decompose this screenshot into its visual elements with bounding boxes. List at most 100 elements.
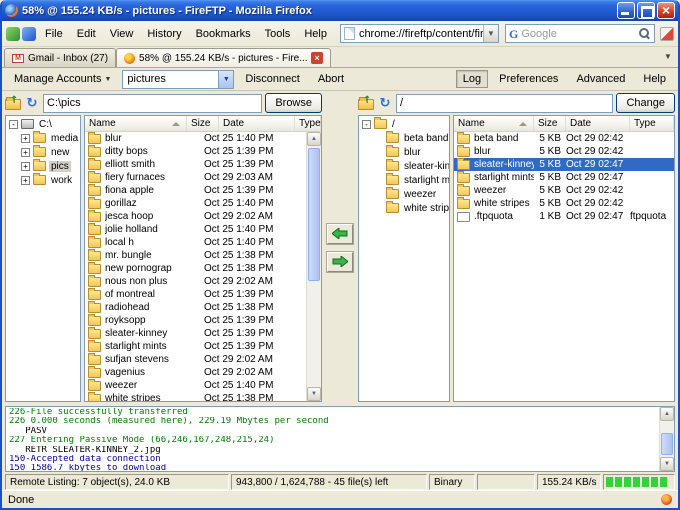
log-scrollbar[interactable]: ▲ ▼: [659, 407, 674, 471]
column-header-date[interactable]: Date: [219, 116, 295, 131]
menu-item[interactable]: File: [38, 25, 70, 43]
file-row[interactable]: starlight mints Oct 25 1:39 PM: [85, 339, 306, 353]
file-row[interactable]: weezer 5 KB Oct 29 02:42: [454, 183, 674, 197]
extension-icon-blue[interactable]: [22, 26, 36, 41]
tree-item[interactable]: - /: [359, 117, 449, 131]
file-row[interactable]: ditty bops Oct 25 1:39 PM: [85, 144, 306, 158]
tab-close-icon[interactable]: ×: [311, 52, 324, 64]
advanced-button[interactable]: Advanced: [569, 70, 632, 88]
log-toggle-button[interactable]: Log: [455, 70, 489, 88]
search-input[interactable]: Google: [521, 28, 638, 40]
scrollbar-thumb[interactable]: [308, 148, 320, 281]
close-button[interactable]: [657, 2, 675, 19]
file-row[interactable]: jesca hoop Oct 29 2:02 AM: [85, 209, 306, 223]
column-header-type[interactable]: Type: [630, 116, 674, 131]
extension-icon-green[interactable]: [6, 26, 20, 41]
tree-expander-icon[interactable]: +: [21, 133, 30, 143]
manage-accounts-button[interactable]: Manage Accounts ▼: [7, 70, 118, 88]
url-bar[interactable]: chrome://fireftp/content/fireftp.xul ▼: [339, 24, 499, 43]
file-row[interactable]: sleater-kinney Oct 25 1:39 PM: [85, 326, 306, 340]
file-row[interactable]: vagenius Oct 29 2:02 AM: [85, 365, 306, 379]
file-row[interactable]: radiohead Oct 25 1:38 PM: [85, 300, 306, 314]
local-path-input[interactable]: C:\pics: [43, 93, 263, 113]
file-row[interactable]: jolie holland Oct 25 1:40 PM: [85, 222, 306, 236]
scroll-up-icon[interactable]: ▲: [660, 407, 674, 421]
tree-item[interactable]: blur: [359, 145, 449, 159]
url-dropdown-icon[interactable]: ▼: [483, 25, 498, 42]
toolbar-end-icon[interactable]: [660, 26, 674, 41]
remote-path-input[interactable]: /: [396, 93, 614, 113]
url-text[interactable]: chrome://fireftp/content/fireftp.xul: [359, 28, 483, 40]
file-row[interactable]: white stripes 5 KB Oct 29 02:42: [454, 196, 674, 210]
tab-list-dropdown-icon[interactable]: ▼: [660, 49, 676, 65]
menu-item[interactable]: Bookmarks: [189, 25, 258, 43]
file-row[interactable]: of montreal Oct 25 1:39 PM: [85, 287, 306, 301]
tree-expander-icon[interactable]: +: [21, 147, 30, 157]
file-row[interactable]: sufjan stevens Oct 29 2:02 AM: [85, 352, 306, 366]
disconnect-button[interactable]: Disconnect: [238, 70, 306, 88]
scroll-down-icon[interactable]: ▼: [660, 457, 674, 471]
file-row[interactable]: blur 5 KB Oct 29 02:42: [454, 144, 674, 158]
file-row[interactable]: gorillaz Oct 25 1:40 PM: [85, 196, 306, 210]
search-box[interactable]: G Google: [505, 24, 655, 43]
file-row[interactable]: sleater-kinney 5 KB Oct 29 02:47: [454, 157, 674, 171]
tab-gmail[interactable]: Gmail - Inbox (27): [4, 48, 117, 67]
scroll-up-icon[interactable]: ▲: [307, 132, 321, 146]
file-row[interactable]: white stripes Oct 25 1:38 PM: [85, 391, 306, 401]
tree-item[interactable]: beta band: [359, 131, 449, 145]
account-select[interactable]: pictures ▼: [122, 69, 235, 89]
file-row[interactable]: new pornographers Oct 25 1:38 PM: [85, 261, 306, 275]
browse-button[interactable]: Browse: [265, 93, 322, 113]
file-row[interactable]: local h Oct 25 1:40 PM: [85, 235, 306, 249]
local-refresh-icon[interactable]: ↻: [24, 96, 40, 111]
tree-item[interactable]: white stripes: [359, 201, 449, 215]
file-row[interactable]: weezer Oct 25 1:40 PM: [85, 378, 306, 392]
remote-refresh-icon[interactable]: ↻: [377, 96, 393, 111]
maximize-button[interactable]: [637, 2, 655, 19]
column-header-date[interactable]: Date: [566, 116, 630, 131]
tree-item[interactable]: + media: [6, 131, 80, 145]
column-header-name[interactable]: Name: [454, 116, 534, 131]
menu-item[interactable]: Edit: [70, 25, 103, 43]
download-button[interactable]: [326, 222, 354, 245]
file-row[interactable]: blur Oct 25 1:40 PM: [85, 132, 306, 145]
abort-button[interactable]: Abort: [311, 70, 351, 88]
file-row[interactable]: elliott smith Oct 25 1:39 PM: [85, 157, 306, 171]
tree-item[interactable]: sleater-kinney: [359, 159, 449, 173]
file-row[interactable]: nous non plus Oct 29 2:02 AM: [85, 274, 306, 288]
file-row[interactable]: fiery furnaces Oct 29 2:03 AM: [85, 170, 306, 184]
local-up-directory-icon[interactable]: [5, 96, 21, 110]
local-list-scrollbar[interactable]: ▲ ▼: [306, 132, 321, 401]
fireftp-status-icon[interactable]: [661, 494, 672, 505]
tree-item[interactable]: starlight mints: [359, 173, 449, 187]
minimize-button[interactable]: [617, 2, 635, 19]
file-row[interactable]: mr. bungle Oct 25 1:38 PM: [85, 248, 306, 262]
tree-expander-icon[interactable]: +: [21, 161, 30, 171]
combo-dropdown-icon[interactable]: ▼: [218, 70, 234, 88]
remote-up-directory-icon[interactable]: [358, 96, 374, 110]
column-header-size[interactable]: Size: [534, 116, 566, 131]
column-header-type[interactable]: Type: [295, 116, 321, 131]
scroll-down-icon[interactable]: ▼: [307, 387, 321, 401]
help-button[interactable]: Help: [636, 70, 673, 88]
file-row[interactable]: fiona apple Oct 25 1:39 PM: [85, 183, 306, 197]
search-icon[interactable]: [638, 27, 651, 40]
tree-item[interactable]: weezer: [359, 187, 449, 201]
menu-item[interactable]: View: [103, 25, 141, 43]
tree-expander-icon[interactable]: -: [362, 119, 371, 129]
tree-item[interactable]: + pics: [6, 159, 80, 173]
tab-fireftp[interactable]: 58% @ 155.24 KB/s - pictures - Fire... ×: [116, 48, 332, 67]
menu-item[interactable]: History: [140, 25, 188, 43]
file-row[interactable]: starlight mints 5 KB Oct 29 02:47: [454, 170, 674, 184]
tree-expander-icon[interactable]: -: [9, 119, 18, 129]
tree-item[interactable]: + work: [6, 173, 80, 187]
preferences-button[interactable]: Preferences: [492, 70, 565, 88]
menu-item[interactable]: Help: [297, 25, 334, 43]
file-row[interactable]: royksopp Oct 25 1:39 PM: [85, 313, 306, 327]
column-header-size[interactable]: Size: [187, 116, 219, 131]
column-header-name[interactable]: Name: [85, 116, 187, 131]
change-button[interactable]: Change: [616, 93, 675, 113]
file-row[interactable]: beta band 5 KB Oct 29 02:42: [454, 132, 674, 145]
upload-button[interactable]: [326, 250, 354, 273]
menu-item[interactable]: Tools: [258, 25, 298, 43]
